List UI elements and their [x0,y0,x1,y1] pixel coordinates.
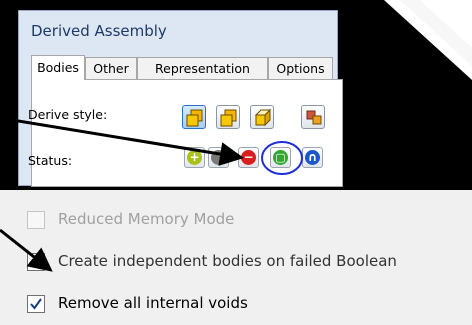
bounding-box-icon: ▢ [273,150,288,165]
merge-seams-button[interactable] [216,105,240,129]
merge-seams-icon [220,109,237,127]
exclude-grey-icon [211,150,226,165]
derive-style-label: Derive style: [28,107,108,122]
merge-no-seams-button[interactable] [182,105,206,129]
independent-bodies-checkbox[interactable] [27,253,45,271]
checkmark-icon [30,298,42,310]
status-subtract-button[interactable]: − [238,147,259,168]
tab-strip: Bodies Other Representation Options [31,55,341,80]
merge-no-seams-icon [186,109,203,127]
single-solid-icon [254,108,272,127]
multi-body-button[interactable] [301,105,325,129]
remove-voids-label[interactable]: Remove all internal voids [58,294,248,312]
reduced-memory-checkbox [27,211,45,229]
independent-bodies-label[interactable]: Create independent bodies on failed Bool… [58,252,397,270]
status-exclude-button[interactable] [208,147,229,168]
bodies-tab-panel [31,79,343,187]
subtract-icon: − [241,150,256,165]
multi-body-icon [306,110,322,125]
status-bounding-box-button[interactable]: ▢ [270,147,291,168]
status-include-button[interactable]: + [184,147,205,168]
tab-other[interactable]: Other [85,57,137,79]
tab-bodies[interactable]: Bodies [31,55,85,80]
include-icon: + [187,150,202,165]
tab-options[interactable]: Options [268,57,333,79]
single-solid-button[interactable] [250,105,274,129]
tab-representation[interactable]: Representation [137,57,268,79]
status-surface-button[interactable]: ∩ [302,147,323,168]
status-label: Status: [28,153,73,168]
remove-voids-checkbox[interactable] [27,295,45,313]
reduced-memory-label: Reduced Memory Mode [58,210,235,228]
surface-icon: ∩ [305,150,320,165]
dialog-title: Derived Assembly [31,22,167,40]
